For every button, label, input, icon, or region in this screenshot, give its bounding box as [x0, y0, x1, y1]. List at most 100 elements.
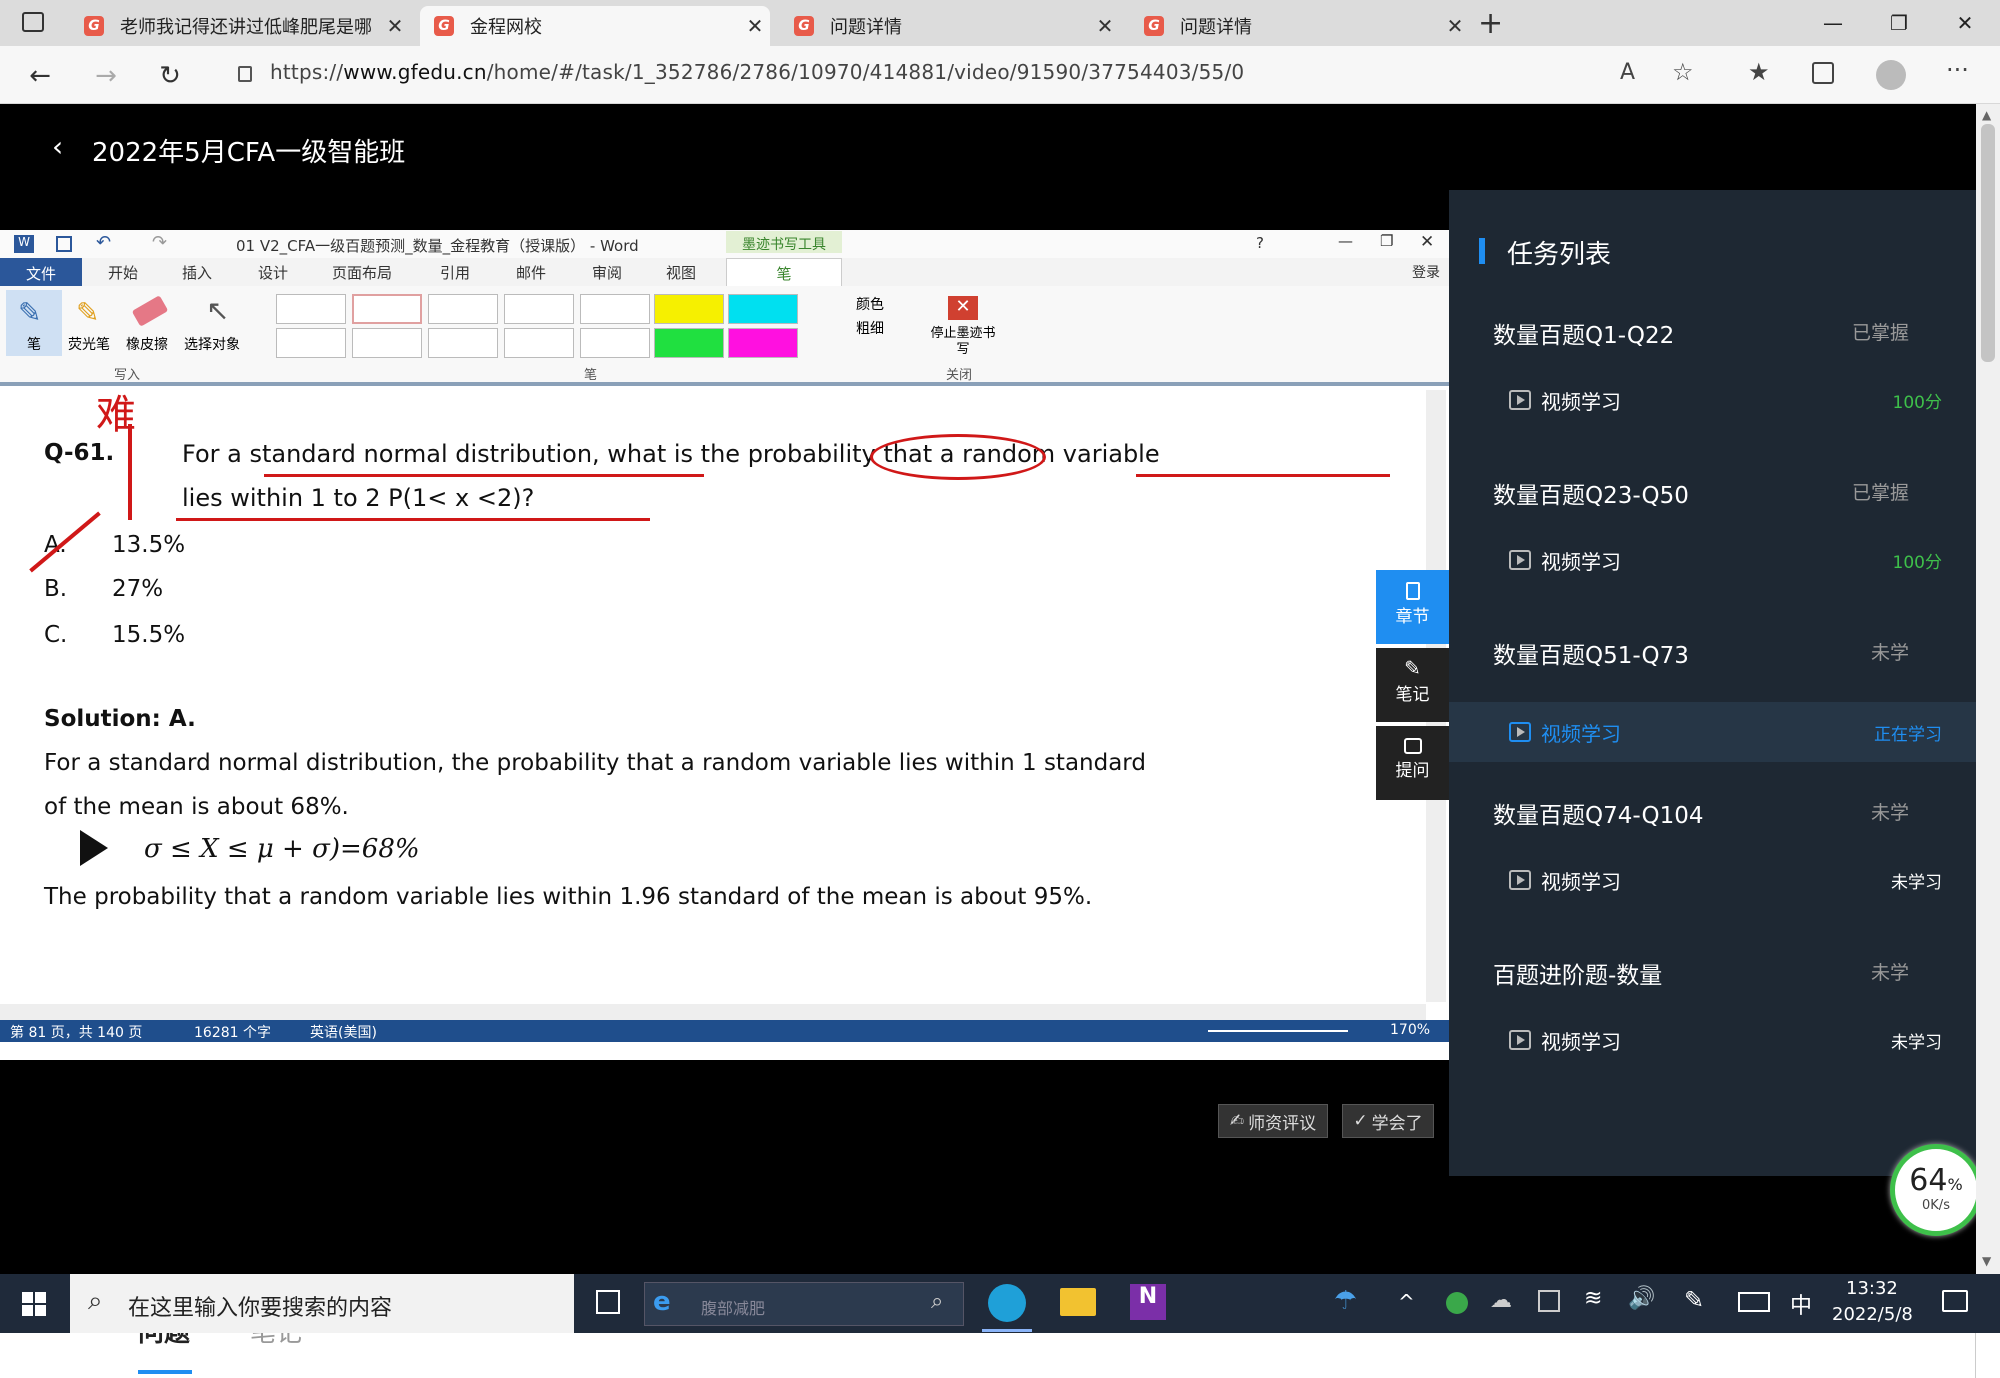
new-tab-icon[interactable]: +: [1478, 6, 1503, 41]
reload-icon[interactable]: ↻: [152, 58, 188, 94]
windows-taskbar: ⌕ 在这里输入你要搜索的内容 e 腹部减肥 ⌕ N ☂ ^ ☁ ≋ 🔊 ✎ 中 …: [0, 1274, 2000, 1333]
ime-indicator[interactable]: 中: [1790, 1288, 1812, 1320]
browser-tab-4[interactable]: G 问题详情 ✕: [1130, 6, 1470, 46]
close-icon[interactable]: ✕: [1090, 14, 1120, 38]
word-close-icon: ✕: [1420, 232, 1435, 252]
video-play-icon: [1509, 870, 1531, 890]
task-group-5[interactable]: 百题进阶题-数量 未学: [1493, 956, 1943, 990]
scroll-thumb[interactable]: [1981, 124, 1995, 362]
pen-style-1: [276, 294, 346, 324]
video-item-score: 100分: [1892, 393, 1942, 413]
cloud-offline-icon[interactable]: ☁: [1490, 1288, 1512, 1313]
scroll-up-arrow-icon[interactable]: ▲: [1982, 108, 1991, 122]
task-group-3[interactable]: 数量百题Q51-Q73 未学: [1493, 636, 1943, 670]
clock-date[interactable]: 2022/5/8: [1832, 1304, 1913, 1325]
profile-avatar[interactable]: [1876, 60, 1906, 90]
side-note[interactable]: ✎ 笔记: [1376, 648, 1449, 722]
pen-style-5: [580, 294, 650, 324]
stop-inking-label: 停止墨迹书写: [930, 326, 996, 357]
read-aloud-icon[interactable]: A: [1620, 60, 1635, 85]
taskbar-search-box[interactable]: ⌕ 在这里输入你要搜索的内容: [70, 1274, 574, 1333]
task-group-4[interactable]: 数量百题Q74-Q104 未学: [1493, 796, 1943, 830]
close-icon[interactable]: ✕: [740, 14, 770, 38]
edge-app-icon[interactable]: [988, 1284, 1026, 1322]
pen-workspace-icon[interactable]: ✎: [1684, 1286, 1704, 1314]
network-speed-widget[interactable]: 64% 0K/s: [1890, 1144, 1982, 1236]
task-group-name: 数量百题Q23-Q50: [1493, 483, 1689, 509]
video-play-icon: [1509, 390, 1531, 410]
more-menu-icon[interactable]: ···: [1946, 56, 1969, 84]
browser-scrollbar[interactable]: ▲ ▼: [1976, 104, 2000, 1274]
close-icon[interactable]: ✕: [380, 14, 410, 38]
tray-app-icon[interactable]: [1446, 1292, 1468, 1314]
task-view-icon[interactable]: [596, 1290, 620, 1314]
favorites-icon[interactable]: ★: [1748, 58, 1770, 86]
video-player[interactable]: W ↶ ↷ 01 V2_CFA一级百题预测_数量_金程教育（授课版） - Wor…: [0, 190, 1449, 1176]
close-icon[interactable]: ✕: [1440, 14, 1470, 38]
ie-search-box[interactable]: e 腹部减肥 ⌕: [644, 1282, 964, 1326]
restore-icon[interactable]: ❐: [1866, 0, 1932, 46]
video-item-1[interactable]: 视频学习 100分: [1449, 370, 1976, 430]
task-group-1[interactable]: 数量百题Q1-Q22 已掌握: [1493, 316, 1943, 350]
pen-style-4: [504, 294, 574, 324]
weather-icon[interactable]: ☂: [1334, 1286, 1357, 1316]
play-icon[interactable]: [80, 830, 108, 866]
group-close-label: 关闭: [946, 368, 973, 383]
browser-tab-3[interactable]: G 问题详情 ✕: [780, 6, 1120, 46]
add-favorite-icon[interactable]: ☆: [1672, 58, 1694, 86]
check-icon: ✓: [1353, 1111, 1368, 1131]
pen-style-cyan: [728, 294, 798, 324]
window-close-icon[interactable]: ✕: [1932, 0, 1998, 46]
learned-button[interactable]: ✓ 学会了: [1342, 1104, 1434, 1138]
tray-chevron-icon[interactable]: ^: [1398, 1290, 1415, 1314]
address-bar: ← → ↻ https://www.gfedu.cn/home/#/task/1…: [0, 46, 2000, 104]
gf-favicon-icon: G: [84, 16, 104, 36]
back-arrow-icon[interactable]: ←: [22, 58, 58, 94]
windows-start-icon[interactable]: [22, 1292, 46, 1316]
task-group-2[interactable]: 数量百题Q23-Q50 已掌握: [1493, 476, 1943, 510]
collections-icon[interactable]: [1812, 62, 1834, 84]
course-title: 2022年5月CFA一级智能班: [92, 138, 406, 168]
ribbon-tab-view: 视图: [666, 264, 697, 282]
ribbon-tab-home: 开始: [108, 264, 139, 282]
video-item-3-current[interactable]: 视频学习 正在学习: [1449, 702, 1976, 762]
scroll-down-arrow-icon[interactable]: ▼: [1982, 1254, 1991, 1268]
pen-style-8: [428, 328, 498, 358]
side-ask[interactable]: 提问: [1376, 726, 1449, 800]
file-explorer-icon[interactable]: [1060, 1288, 1096, 1316]
ie-logo-icon: e: [653, 1287, 671, 1317]
url-text[interactable]: https://www.gfedu.cn/home/#/task/1_35278…: [270, 60, 1244, 84]
pen-style-green: [654, 328, 724, 358]
select-object-icon: ↖: [206, 294, 230, 327]
notification-icon[interactable]: [1942, 1290, 1968, 1312]
video-item-4[interactable]: 视频学习 未学习: [1449, 850, 1976, 910]
lock-icon[interactable]: [238, 66, 252, 82]
keyboard-icon[interactable]: [1738, 1292, 1770, 1312]
security-icon[interactable]: [1538, 1290, 1560, 1312]
side-chapter[interactable]: 章节: [1376, 570, 1449, 644]
underline-annotation-2: [1136, 474, 1390, 477]
select-object-label: 选择对象: [184, 337, 240, 353]
clock-time[interactable]: 13:32: [1846, 1278, 1898, 1299]
back-chevron-icon[interactable]: ‹: [52, 130, 63, 163]
video-item-5[interactable]: 视频学习 未学习: [1449, 1010, 1976, 1070]
search-icon: ⌕: [88, 1286, 103, 1316]
save-icon: [56, 236, 72, 252]
forward-arrow-icon[interactable]: →: [88, 58, 124, 94]
tab-actions-icon[interactable]: [22, 12, 44, 32]
video-item-label: 视频学习: [1541, 1030, 1621, 1054]
minimize-icon[interactable]: —: [1800, 0, 1866, 46]
browser-tab-2[interactable]: G 金程网校 ✕: [420, 6, 770, 46]
wifi-icon[interactable]: ≋: [1584, 1286, 1602, 1311]
teacher-review-button[interactable]: ✍ 师资评议: [1218, 1104, 1328, 1138]
video-item-2[interactable]: 视频学习 100分: [1449, 530, 1976, 590]
question-label: Q-61.: [44, 440, 115, 466]
volume-icon[interactable]: 🔊: [1628, 1286, 1655, 1311]
word-ribbon-tabs: 文件 开始 插入 设计 页面布局 引用 邮件 审阅 视图 笔 登录: [0, 258, 1449, 286]
gf-favicon-icon: G: [1144, 16, 1164, 36]
task-group-status: 已掌握: [1851, 482, 1909, 504]
pen-style-magenta: [728, 328, 798, 358]
browser-tab-1[interactable]: G 老师我记得还讲过低峰肥尾是哪 ✕: [70, 6, 410, 46]
option-b-value: 27%: [112, 576, 164, 602]
onenote-icon[interactable]: N: [1130, 1284, 1166, 1320]
